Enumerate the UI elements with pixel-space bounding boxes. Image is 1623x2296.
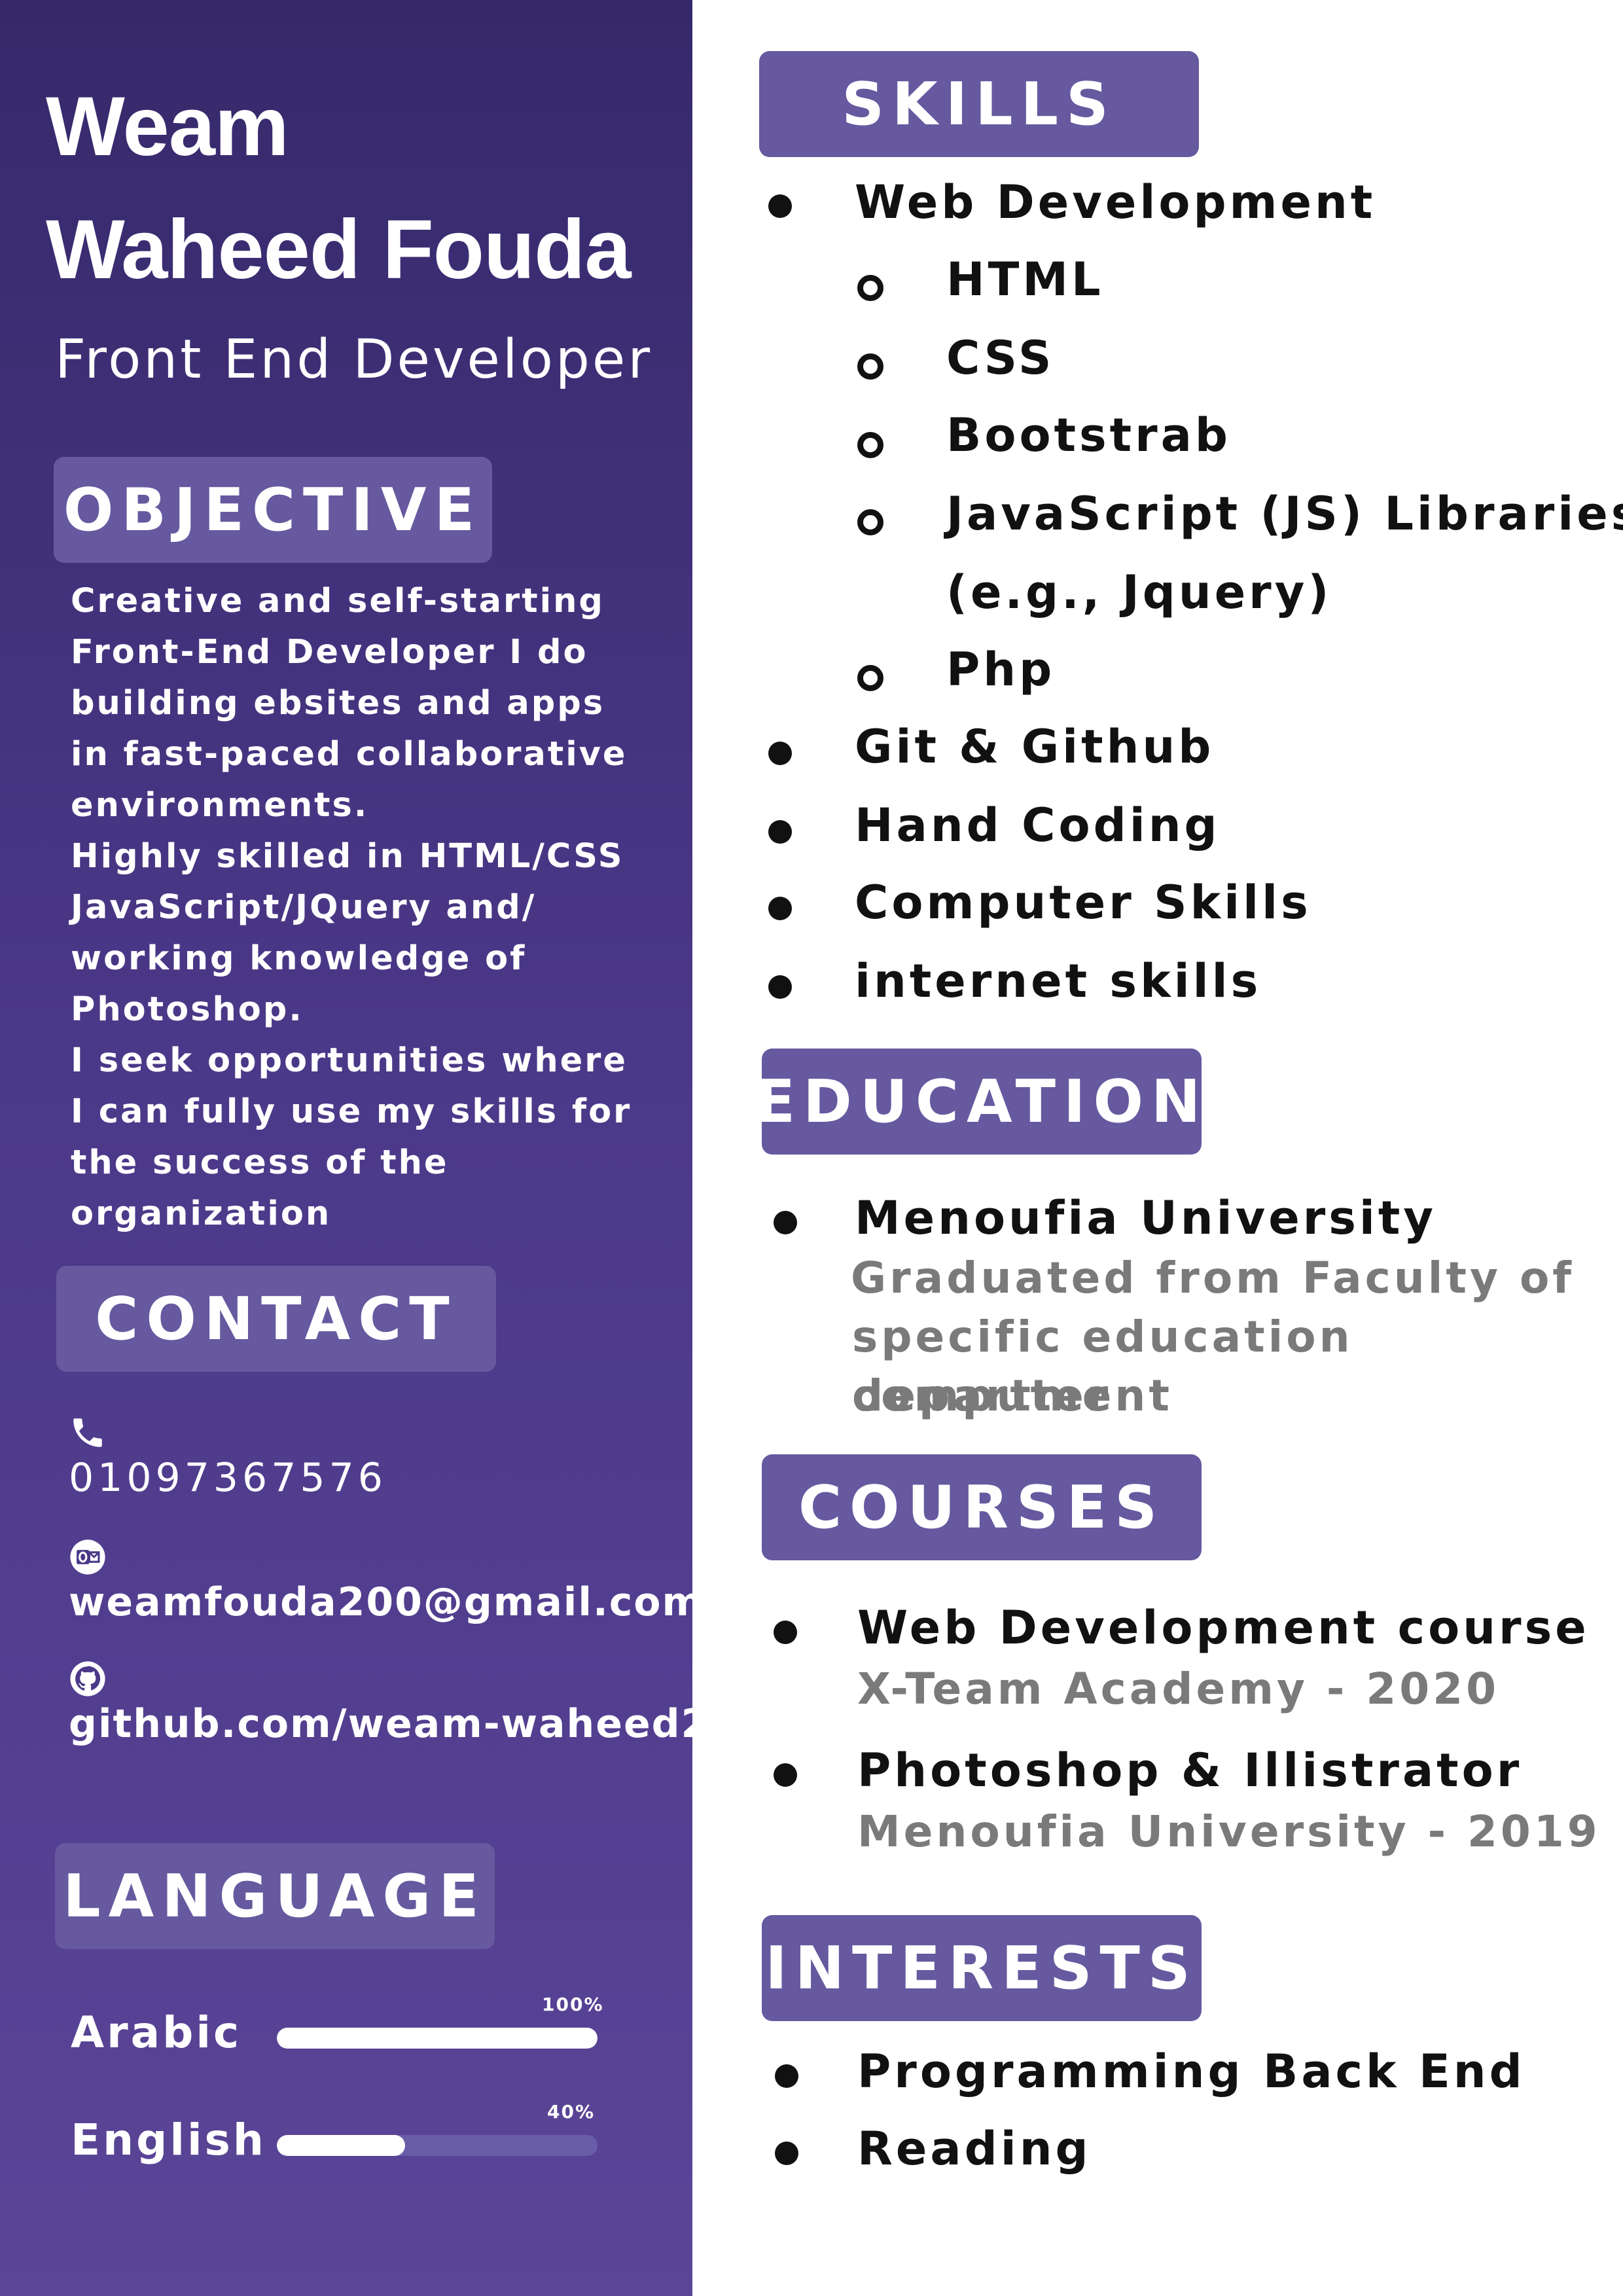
skill-item: Hand Coding bbox=[855, 798, 1221, 852]
objective-heading: OBJECTIVE bbox=[54, 457, 492, 563]
ring-bullet-icon bbox=[857, 665, 883, 691]
language-percent: 100% bbox=[542, 1994, 604, 2015]
objective-line: I seek opportunities where bbox=[71, 1041, 628, 1080]
language-percent: 40% bbox=[547, 2101, 596, 2123]
objective-text: Creative and self-starting Front-End Dev… bbox=[71, 576, 679, 1240]
courses-heading: COURSES bbox=[762, 1454, 1202, 1560]
bullet-icon bbox=[768, 975, 792, 999]
phone-icon bbox=[73, 1418, 102, 1447]
language-row-english: English 40% bbox=[71, 2101, 620, 2173]
bullet-icon bbox=[774, 1621, 797, 1644]
objective-line: in fast-paced collaborative bbox=[71, 735, 628, 774]
interest-item: Programming Back End bbox=[857, 2045, 1525, 2098]
language-name: Arabic bbox=[71, 2007, 242, 2058]
skill-subitem: HTML bbox=[946, 253, 1104, 306]
course-title: Web Development course bbox=[857, 1601, 1590, 1655]
bullet-icon bbox=[768, 897, 792, 920]
interest-item: Reading bbox=[857, 2122, 1092, 2176]
course-detail: X-Team Academy - 2020 bbox=[857, 1664, 1500, 1714]
skill-subitem: Php bbox=[946, 643, 1056, 696]
language-row-arabic: Arabic 100% bbox=[71, 1994, 620, 2066]
contact-email: weamfouda200@gmail.com bbox=[69, 1538, 703, 1628]
skills-heading: SKILLS bbox=[759, 51, 1199, 157]
ring-bullet-icon bbox=[857, 353, 883, 380]
bullet-icon bbox=[775, 2064, 798, 2088]
github-link[interactable]: github.com/weam-waheed2 bbox=[69, 1698, 708, 1750]
language-progress-bar bbox=[277, 2135, 597, 2156]
objective-line: Highly skilled in HTML/CSS bbox=[71, 837, 624, 876]
contact-heading: CONTACT bbox=[56, 1266, 496, 1372]
name-line-1: Weam bbox=[46, 80, 289, 173]
language-progress-bar bbox=[277, 2028, 597, 2049]
objective-line: Creative and self-starting bbox=[71, 582, 605, 620]
course-detail: Menoufia University - 2019 bbox=[857, 1806, 1601, 1857]
contact-github: github.com/weam-waheed2 bbox=[69, 1660, 708, 1750]
job-title: Front End Developer bbox=[55, 329, 653, 391]
skill-item: Computer Skills bbox=[855, 876, 1311, 929]
education-heading: EDUCATION bbox=[755, 1049, 1202, 1155]
objective-line: JavaScript/JQuery and/ bbox=[71, 888, 537, 927]
sidebar: Weam Waheed Fouda Front End Developer OB… bbox=[0, 0, 708, 2296]
education-detail-line: department bbox=[852, 1371, 1173, 1421]
name-line-2: Waheed Fouda bbox=[46, 203, 632, 296]
objective-line: building ebsites and apps bbox=[71, 684, 605, 723]
objective-line: I can fully use my skills for bbox=[71, 1092, 632, 1131]
course-title: Photoshop & Illistrator bbox=[857, 1744, 1523, 1797]
ring-bullet-icon bbox=[857, 275, 883, 301]
phone-number[interactable]: 01097367576 bbox=[69, 1452, 684, 1504]
language-heading: LANGUAGE bbox=[55, 1843, 495, 1949]
bullet-icon bbox=[774, 1211, 797, 1234]
objective-line: working knowledge of bbox=[71, 939, 527, 978]
github-icon bbox=[70, 1661, 105, 1696]
language-name: English bbox=[71, 2115, 266, 2165]
full-name: Weam Waheed Fouda bbox=[46, 65, 687, 312]
objective-line: environments. bbox=[71, 786, 369, 825]
language-progress-fill bbox=[277, 2135, 405, 2156]
bullet-icon bbox=[774, 1763, 797, 1787]
interests-heading: INTERESTS bbox=[762, 1915, 1202, 2021]
skill-item: Git & Github bbox=[855, 720, 1215, 774]
ring-bullet-icon bbox=[857, 432, 883, 458]
skill-subitem: CSS bbox=[946, 331, 1055, 385]
skill-item: Web Development bbox=[855, 175, 1376, 229]
objective-line: Front-End Developer I do bbox=[71, 633, 588, 672]
outlook-mail-icon bbox=[70, 1539, 105, 1575]
skill-subitem-continued: (e.g., Jquery) bbox=[946, 565, 1332, 619]
language-progress-fill bbox=[277, 2028, 597, 2049]
ring-bullet-icon bbox=[857, 509, 883, 535]
contact-phone: 01097367576 bbox=[69, 1414, 684, 1504]
education-detail-line: Graduated from Faculty of bbox=[851, 1253, 1575, 1303]
skill-item: internet skills bbox=[855, 954, 1262, 1008]
bullet-icon bbox=[768, 742, 792, 765]
skill-subitem: JavaScript (JS) Libraries bbox=[946, 487, 1623, 541]
skill-subitem: Bootstrab bbox=[946, 408, 1231, 462]
objective-line: Photoshop. bbox=[71, 990, 304, 1029]
email-address[interactable]: weamfouda200@gmail.com bbox=[69, 1576, 703, 1628]
objective-line: the success of the organization bbox=[71, 1143, 449, 1233]
education-school: Menoufia University bbox=[855, 1191, 1436, 1245]
bullet-icon bbox=[768, 820, 792, 844]
bullet-icon bbox=[768, 194, 792, 218]
bullet-icon bbox=[775, 2142, 798, 2165]
